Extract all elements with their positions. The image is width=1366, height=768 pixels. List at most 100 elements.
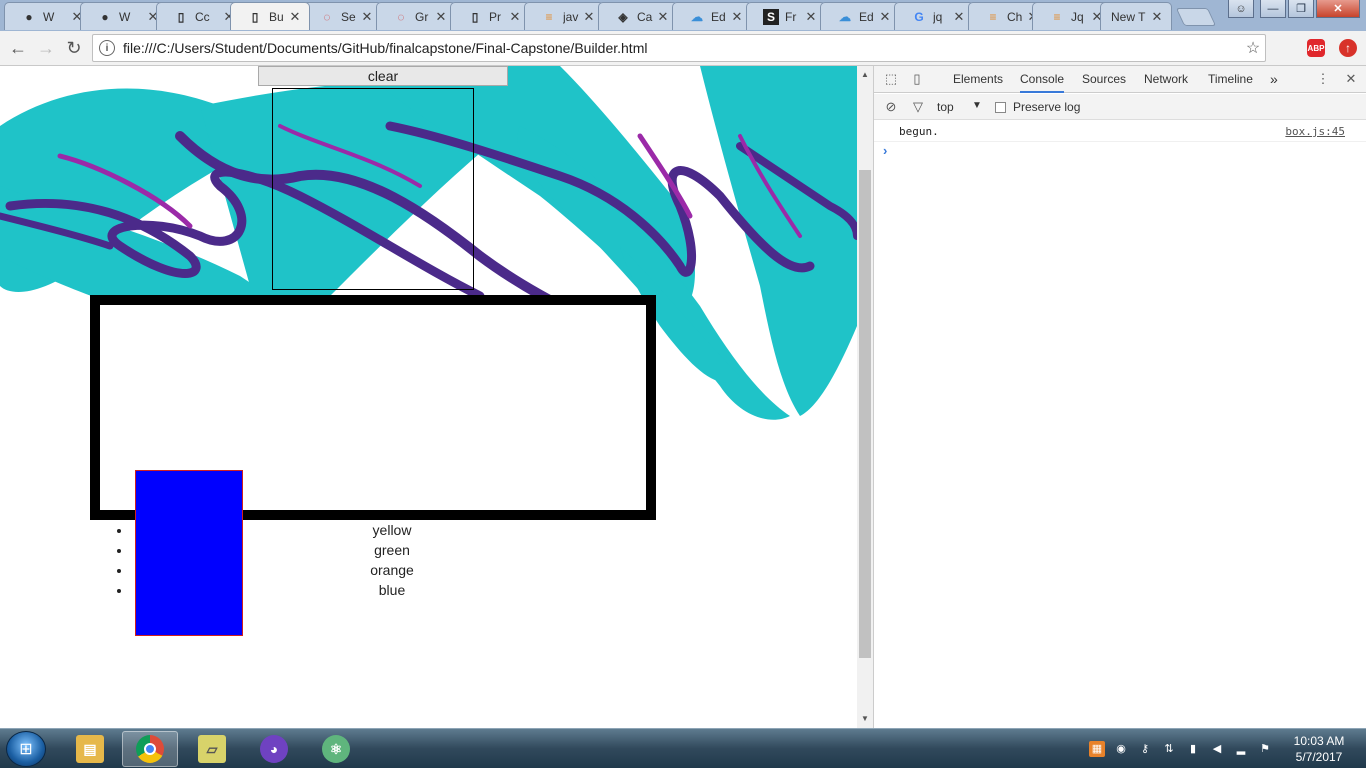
page-icon: ▯ bbox=[177, 9, 185, 24]
reload-icon[interactable]: ↻ bbox=[62, 37, 86, 59]
close-icon[interactable]: ✕ bbox=[805, 9, 817, 25]
adblock-plus-icon[interactable]: ABP bbox=[1307, 39, 1325, 57]
devtools-tab-bar: ⬚ ▯ Elements Console Sources Network Tim… bbox=[874, 66, 1366, 93]
drop-target-box[interactable] bbox=[272, 88, 474, 290]
new-tab-button[interactable] bbox=[1175, 8, 1217, 26]
chrome-icon[interactable] bbox=[122, 731, 178, 767]
devtools-panel: ⬚ ▯ Elements Console Sources Network Tim… bbox=[873, 66, 1366, 728]
close-icon[interactable]: ✕ bbox=[361, 9, 373, 25]
clear-button[interactable]: clear bbox=[258, 66, 508, 86]
context-selector[interactable]: top bbox=[937, 100, 954, 114]
close-icon[interactable]: ✕ bbox=[879, 9, 891, 25]
close-icon[interactable]: ✕ bbox=[953, 9, 965, 25]
user-profile-icon[interactable]: ☺ bbox=[1228, 0, 1254, 18]
page-viewport: clear yellow green orange blue bbox=[0, 66, 857, 728]
close-icon[interactable]: ✕ bbox=[657, 9, 669, 25]
scrollbar-thumb[interactable] bbox=[859, 170, 871, 658]
back-arrow-icon[interactable]: ← bbox=[6, 37, 30, 59]
windows-logo-icon: ⊞ bbox=[19, 741, 33, 758]
browser-tab-strip: ● W ✕ ● W ✕ ▯ Cc ✕ ▯ Bu ✕ ◌ Se ✕ ◌ Gr ✕ … bbox=[0, 0, 1366, 32]
close-icon[interactable]: ✕ bbox=[583, 9, 595, 25]
cloud-icon: ☁ bbox=[691, 9, 703, 24]
close-icon[interactable]: ✕ bbox=[435, 9, 447, 25]
browser-tab[interactable]: ◌ Gr ✕ bbox=[376, 2, 456, 30]
chrome-tray-icon[interactable]: ◉ bbox=[1113, 741, 1129, 757]
maximize-icon[interactable]: ❐ bbox=[1288, 0, 1314, 18]
device-toolbar-icon[interactable]: ▯ bbox=[908, 71, 926, 87]
spinner-icon: ◌ bbox=[397, 9, 405, 24]
preserve-log-label: Preserve log bbox=[1013, 100, 1081, 114]
start-button[interactable]: ⊞ bbox=[6, 731, 46, 767]
close-icon[interactable]: ✕ bbox=[731, 9, 743, 25]
tab-elements[interactable]: Elements bbox=[953, 66, 1003, 93]
browser-tab[interactable]: ◈ Ca ✕ bbox=[598, 2, 678, 30]
browser-tab[interactable]: ● W ✕ bbox=[4, 2, 92, 30]
cloud-icon: ☁ bbox=[839, 9, 851, 24]
browser-tab[interactable]: New T ✕ bbox=[1100, 2, 1172, 30]
close-icon[interactable]: ✕ bbox=[289, 9, 301, 25]
browser-tab[interactable]: G jq ✕ bbox=[894, 2, 974, 30]
browser-tab[interactable]: ☁ Ed ✕ bbox=[672, 2, 752, 30]
file-explorer-icon[interactable]: ▤ bbox=[62, 731, 118, 767]
url-text[interactable]: file:///C:/Users/Student/Documents/GitHu… bbox=[123, 40, 1241, 56]
close-icon[interactable]: ✕ bbox=[509, 9, 521, 25]
close-icon[interactable]: ✕ bbox=[1151, 9, 1163, 25]
browser-tab[interactable]: S Fr ✕ bbox=[746, 2, 826, 30]
browser-tab-active[interactable]: ▯ Bu ✕ bbox=[230, 2, 310, 30]
battery-icon[interactable]: ▮ bbox=[1185, 741, 1201, 757]
page-scrollbar[interactable]: ▲ ▼ bbox=[857, 66, 873, 728]
upload-icon[interactable]: ↑ bbox=[1339, 39, 1357, 57]
tab-timeline[interactable]: Timeline bbox=[1208, 66, 1253, 93]
draggable-blue-block[interactable] bbox=[135, 470, 243, 636]
system-clock[interactable]: 10:03 AM 5/7/2017 bbox=[1283, 733, 1355, 765]
close-icon[interactable]: ✕ bbox=[1342, 71, 1360, 87]
tray-app-icon[interactable]: ▦ bbox=[1089, 741, 1105, 757]
page-icon: ▯ bbox=[471, 9, 479, 24]
minimize-icon[interactable]: — bbox=[1260, 0, 1286, 18]
more-tabs-icon[interactable]: » bbox=[1270, 66, 1278, 93]
address-bar[interactable]: i file:///C:/Users/Student/Documents/Git… bbox=[92, 34, 1266, 62]
browser-tab[interactable]: ● W ✕ bbox=[80, 2, 168, 30]
browser-tab[interactable]: ☁ Ed ✕ bbox=[820, 2, 900, 30]
dropdown-arrow-icon[interactable]: ▼ bbox=[972, 100, 982, 111]
s-icon: S bbox=[763, 8, 779, 25]
browser-tab[interactable]: ◌ Se ✕ bbox=[302, 2, 382, 30]
clock-time: 10:03 AM bbox=[1293, 734, 1345, 748]
wifi-signal-icon[interactable]: ▂ bbox=[1233, 741, 1249, 757]
tab-network[interactable]: Network bbox=[1144, 66, 1188, 93]
atom-icon[interactable]: ⚛ bbox=[308, 731, 364, 767]
github-icon: ● bbox=[25, 9, 33, 24]
clear-console-icon[interactable]: ⊘ bbox=[883, 99, 899, 115]
google-icon: G bbox=[914, 9, 924, 24]
stackoverflow-icon: ≡ bbox=[545, 9, 553, 24]
close-window-icon[interactable]: ✕ bbox=[1316, 0, 1360, 18]
forward-arrow-icon[interactable]: → bbox=[34, 37, 58, 59]
sticky-notes-icon[interactable]: ▱ bbox=[184, 731, 240, 767]
inspect-element-icon[interactable]: ⬚ bbox=[882, 71, 900, 87]
scroll-down-arrow-icon[interactable]: ▼ bbox=[857, 712, 873, 726]
bookmark-star-icon[interactable]: ☆ bbox=[1241, 38, 1265, 58]
console-message: begun. box.js:45 bbox=[874, 122, 1366, 142]
network-adapter-icon[interactable]: ⇅ bbox=[1161, 741, 1177, 757]
action-center-flag-icon[interactable]: ⚑ bbox=[1257, 741, 1273, 757]
tray-key-icon[interactable]: ⚷ bbox=[1137, 741, 1153, 757]
filter-icon[interactable]: ▽ bbox=[910, 99, 926, 115]
codepen-icon: ◈ bbox=[618, 9, 628, 24]
browser-tab[interactable]: ≡ jav ✕ bbox=[524, 2, 604, 30]
tab-console[interactable]: Console bbox=[1020, 66, 1065, 93]
preserve-log-checkbox[interactable] bbox=[995, 102, 1006, 113]
info-icon[interactable]: i bbox=[99, 40, 115, 56]
clock-date: 5/7/2017 bbox=[1295, 750, 1343, 764]
github-desktop-icon[interactable]: ◕ bbox=[246, 731, 302, 767]
github-icon: ● bbox=[101, 9, 109, 24]
console-message-text: begun. bbox=[899, 125, 939, 138]
console-source-link[interactable]: box.js:45 bbox=[1285, 125, 1345, 138]
console-prompt-icon[interactable]: › bbox=[883, 143, 887, 158]
windows-taskbar: ⊞ ▤ ▱ ◕ ⚛ ▦ ◉ ⚷ ⇅ ▮ ◀ ▂ ⚑ 10:03 AM 5/7/2… bbox=[0, 728, 1366, 768]
volume-icon[interactable]: ◀ bbox=[1209, 741, 1225, 757]
browser-tab[interactable]: ▯ Pr ✕ bbox=[450, 2, 530, 30]
kebab-menu-icon[interactable]: ⋮ bbox=[1314, 71, 1332, 87]
tab-sources[interactable]: Sources bbox=[1082, 66, 1126, 93]
page-icon: ▯ bbox=[251, 9, 259, 24]
scroll-up-arrow-icon[interactable]: ▲ bbox=[857, 68, 873, 82]
